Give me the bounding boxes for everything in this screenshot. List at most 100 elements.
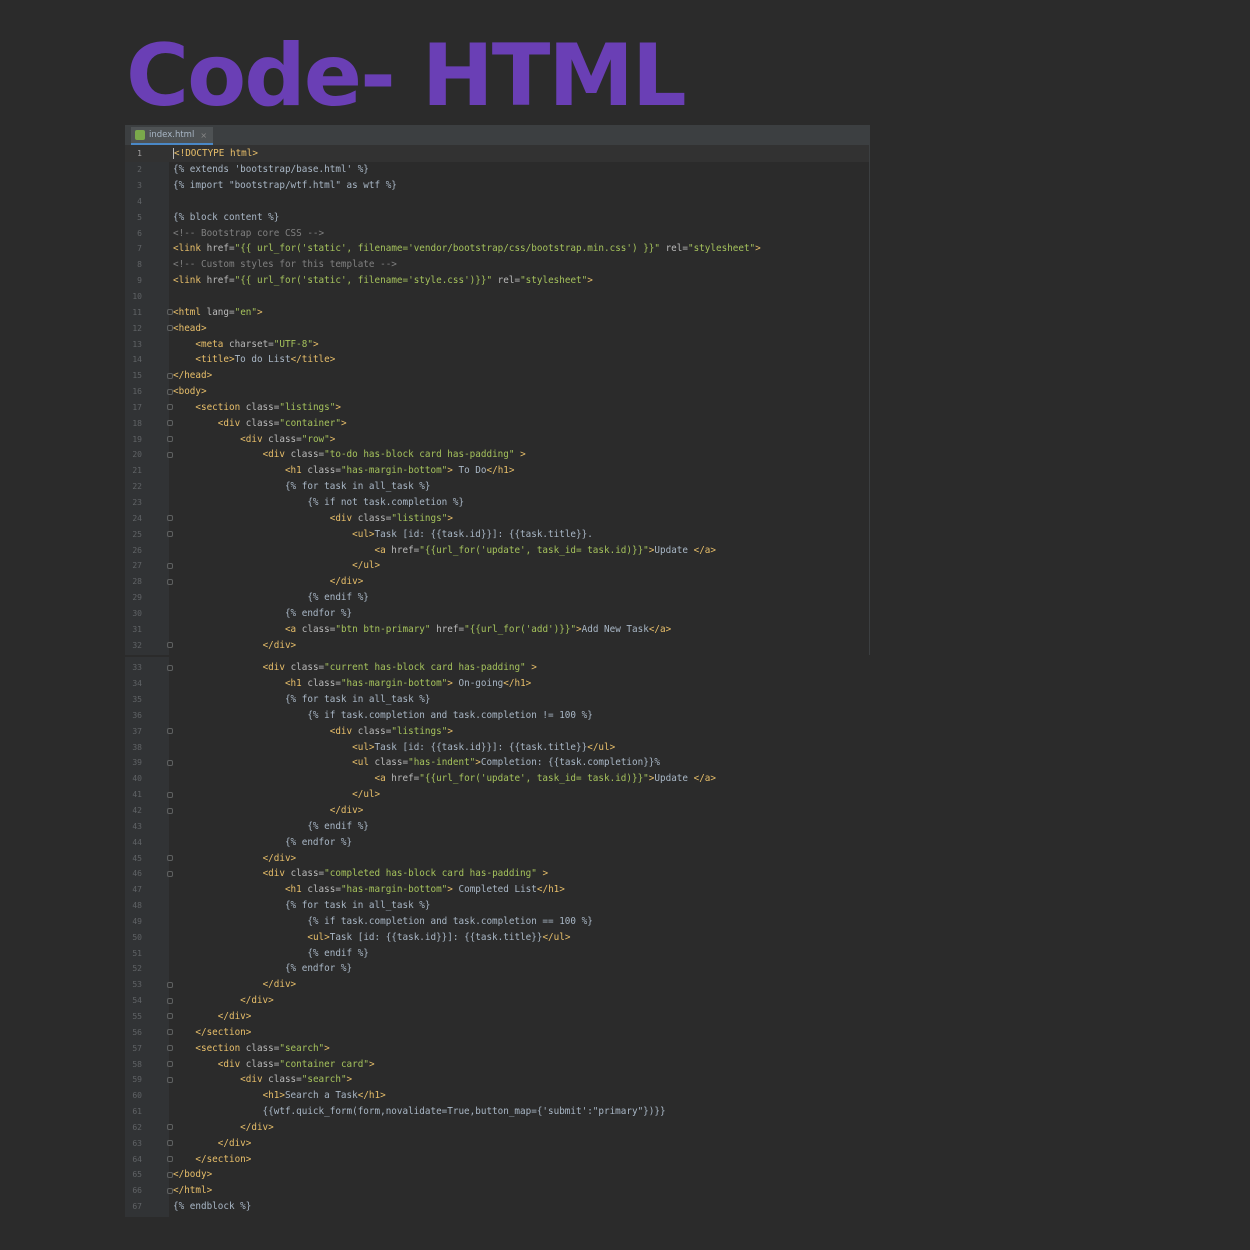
- code-line[interactable]: 24 <div class="listings">: [125, 510, 869, 526]
- code-line[interactable]: 57 <section class="search">: [125, 1040, 869, 1056]
- code-line[interactable]: 65 </body>: [125, 1167, 869, 1183]
- code-line[interactable]: 52 {% endfor %}: [125, 961, 869, 977]
- code-token: >: [368, 1058, 375, 1070]
- code-token: <meta: [195, 338, 229, 350]
- code-line[interactable]: 51 {% endif %}: [125, 945, 869, 961]
- code-line[interactable]: 61 {{wtf.quick_form(form,novalidate=True…: [125, 1104, 869, 1120]
- code-text: <div class="container">: [173, 418, 347, 429]
- code-line[interactable]: 33 <div class="current has-block card ha…: [125, 660, 869, 676]
- code-line[interactable]: 17 <section class="listings">: [125, 400, 869, 416]
- code-line[interactable]: 55 </div>: [125, 1009, 869, 1025]
- code-line[interactable]: 64 </section>: [125, 1151, 869, 1167]
- code-line[interactable]: 38 <ul>Task [id: {{task.id}}]: {{task.ti…: [125, 739, 869, 755]
- code-area[interactable]: 1 <!DOCTYPE html> 2 {% extends 'bootstrap/b…: [125, 146, 869, 653]
- code-line[interactable]: 3 {% import "bootstrap/wtf.html" as wtf %…: [125, 178, 869, 194]
- code-token: class=: [268, 433, 302, 445]
- code-line[interactable]: 35 {% for task in all_task %}: [125, 692, 869, 708]
- code-line[interactable]: 66 </html>: [125, 1183, 869, 1199]
- code-line[interactable]: 2 {% extends 'bootstrap/base.html' %}: [125, 162, 869, 178]
- code-line[interactable]: 25 <ul>Task [id: {{task.id}}]: {{task.ti…: [125, 526, 869, 542]
- code-line[interactable]: 18 <div class="container">: [125, 415, 869, 431]
- code-line[interactable]: 19 <div class="row">: [125, 431, 869, 447]
- code-line[interactable]: 5 {% block content %}: [125, 209, 869, 225]
- code-line[interactable]: 45 </div>: [125, 850, 869, 866]
- code-line[interactable]: 23 {% if not task.completion %}: [125, 495, 869, 511]
- code-line[interactable]: 28 </div>: [125, 574, 869, 590]
- line-number: 56: [132, 1027, 142, 1037]
- tab-index-html[interactable]: index.html ×: [131, 127, 214, 145]
- code-line[interactable]: 34 <h1 class="has-margin-bottom"> On-goi…: [125, 676, 869, 692]
- code-line[interactable]: 6 <!-- Bootstrap core CSS -->: [125, 225, 869, 241]
- code-line[interactable]: 58 <div class="container card">: [125, 1056, 869, 1072]
- code-line[interactable]: 11 <html lang="en">: [125, 304, 869, 320]
- line-number: 46: [132, 869, 142, 879]
- code-line[interactable]: 63 </div>: [125, 1135, 869, 1151]
- code-line[interactable]: 67 {% endblock %}: [125, 1199, 869, 1215]
- code-line[interactable]: 29 {% endif %}: [125, 590, 869, 606]
- code-line[interactable]: 37 <div class="listings">: [125, 723, 869, 739]
- code-token: "has-margin-bottom": [340, 465, 448, 477]
- code-line[interactable]: 16 <body>: [125, 384, 869, 400]
- code-text: </div>: [173, 1011, 252, 1022]
- code-token: <h1: [284, 884, 308, 896]
- code-line[interactable]: 8 <!-- Custom styles for this template --…: [125, 257, 869, 273]
- code-line[interactable]: 4: [125, 194, 869, 210]
- code-line[interactable]: 48 {% for task in all_task %}: [125, 898, 869, 914]
- code-line[interactable]: 49 {% if task.completion and task.comple…: [125, 914, 869, 930]
- close-icon[interactable]: ×: [200, 131, 207, 140]
- code-line[interactable]: 1 <!DOCTYPE html>: [125, 146, 869, 162]
- code-line[interactable]: 32 </div>: [125, 637, 869, 653]
- code-line[interactable]: 21 <h1 class="has-margin-bottom"> To Do<…: [125, 463, 869, 479]
- code-token: </h1>: [486, 465, 515, 477]
- code-token: To do List: [234, 354, 291, 366]
- code-token: >: [514, 449, 526, 461]
- code-line[interactable]: 30 {% endfor %}: [125, 605, 869, 621]
- line-number: 24: [132, 513, 142, 523]
- code-line[interactable]: 59 <div class="search">: [125, 1072, 869, 1088]
- code-line[interactable]: 44 {% endfor %}: [125, 834, 869, 850]
- code-token: </h1>: [503, 678, 532, 690]
- code-line[interactable]: 42 </div>: [125, 803, 869, 819]
- code-line[interactable]: 13 <meta charset="UTF-8">: [125, 336, 869, 352]
- code-line[interactable]: 50 <ul>Task [id: {{task.id}}]: {{task.ti…: [125, 929, 869, 945]
- code-line[interactable]: 31 <a class="btn btn-primary" href="{{ur…: [125, 621, 869, 637]
- code-line[interactable]: 14 <title>To do List</title>: [125, 352, 869, 368]
- code-token: {% for task in all_task %}: [173, 481, 431, 493]
- code-line[interactable]: 41 </ul>: [125, 787, 869, 803]
- code-token: {% if not task.completion %}: [173, 496, 465, 508]
- code-line[interactable]: 12 <head>: [125, 320, 869, 336]
- code-token: "{{ url_for('static', filename='style.cs…: [234, 275, 493, 287]
- code-line[interactable]: 9 <link href="{{ url_for('static', filena…: [125, 273, 869, 289]
- line-number: 10: [132, 292, 142, 302]
- code-line[interactable]: 47 <h1 class="has-margin-bottom"> Comple…: [125, 882, 869, 898]
- code-area[interactable]: 33 <div class="current has-block card ha…: [125, 660, 869, 1215]
- code-token: Update: [654, 773, 694, 785]
- code-token: {% for task in all_task %}: [173, 694, 431, 706]
- code-token: class=: [307, 884, 341, 896]
- code-line[interactable]: 46 <div class="completed has-block card …: [125, 866, 869, 882]
- code-editor-bottom: 33 <div class="current has-block card ha…: [125, 657, 869, 1217]
- code-line[interactable]: 10: [125, 289, 869, 305]
- code-line[interactable]: 40 <a href="{{url_for('update', task_id=…: [125, 771, 869, 787]
- code-line[interactable]: 60 <h1>Search a Task</h1>: [125, 1088, 869, 1104]
- code-line[interactable]: 54 </div>: [125, 993, 869, 1009]
- code-line[interactable]: 36 {% if task.completion and task.comple…: [125, 708, 869, 724]
- code-token: <link: [173, 243, 207, 255]
- line-number: 43: [132, 821, 142, 831]
- code-line[interactable]: 39 <ul class="has-indent">Completion: {{…: [125, 755, 869, 771]
- code-line[interactable]: 56 </section>: [125, 1024, 869, 1040]
- code-line[interactable]: 15 </head>: [125, 368, 869, 384]
- code-line[interactable]: 26 <a href="{{url_for('update', task_id=…: [125, 542, 869, 558]
- line-number: 34: [132, 679, 142, 689]
- code-line[interactable]: 43 {% endif %}: [125, 818, 869, 834]
- code-line[interactable]: 27 </ul>: [125, 558, 869, 574]
- code-line[interactable]: 62 </div>: [125, 1119, 869, 1135]
- code-token: >: [335, 401, 341, 413]
- code-text: </ul>: [173, 560, 380, 571]
- code-line[interactable]: 7 <link href="{{ url_for('static', filena…: [125, 241, 869, 257]
- code-line[interactable]: 20 <div class="to-do has-block card has-…: [125, 447, 869, 463]
- code-line[interactable]: 53 </div>: [125, 977, 869, 993]
- code-line[interactable]: 22 {% for task in all_task %}: [125, 479, 869, 495]
